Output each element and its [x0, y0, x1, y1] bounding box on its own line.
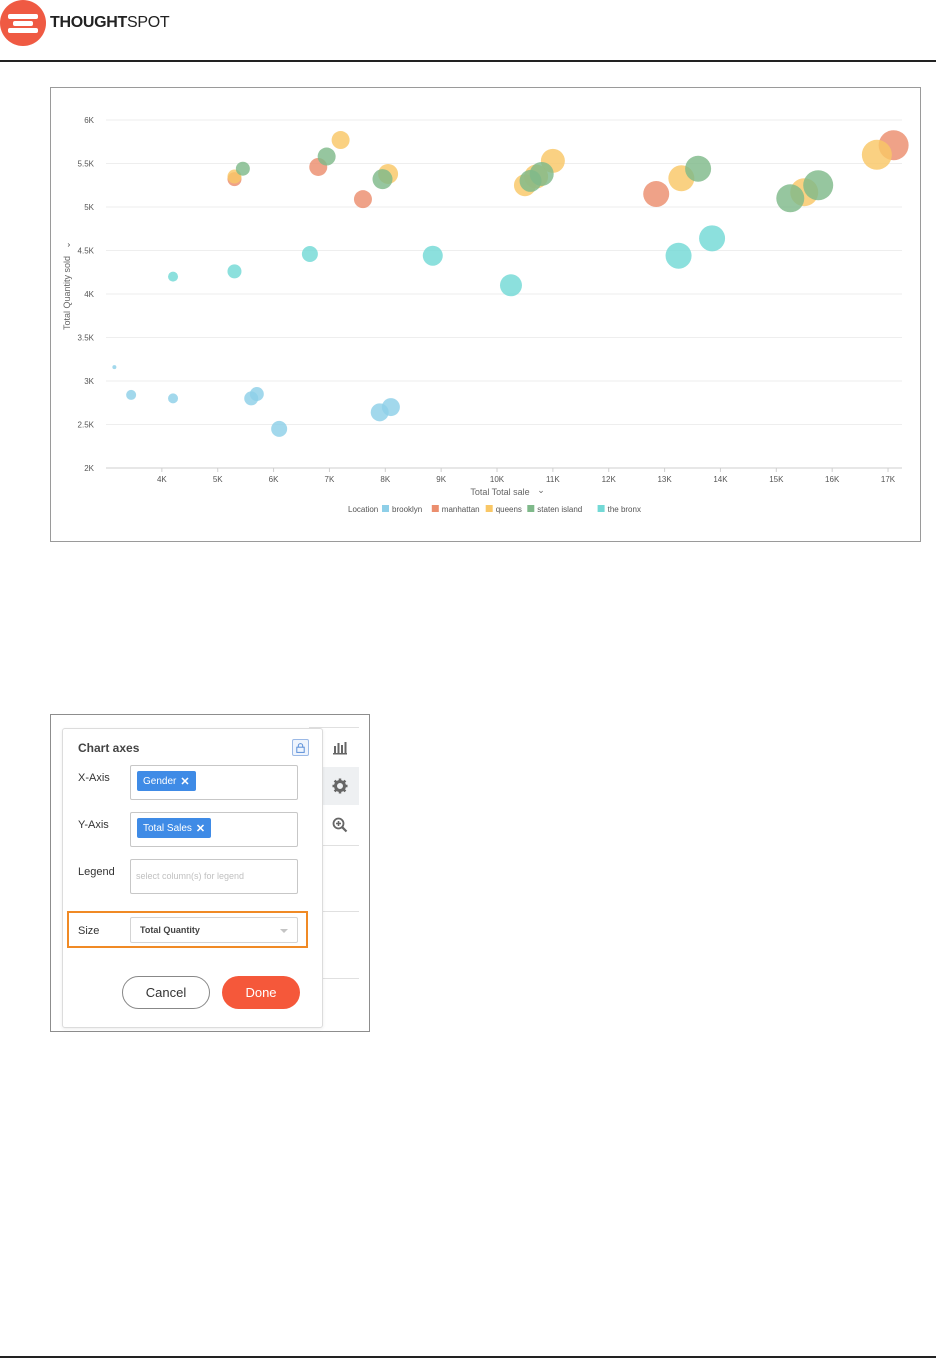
legend-title: Location	[348, 505, 378, 514]
header-divider	[0, 60, 936, 62]
bubble-the-bronx[interactable]	[301, 245, 318, 262]
bubble-staten-island[interactable]	[529, 161, 554, 186]
y-tick-label: 5K	[84, 203, 94, 212]
x-axis-chip[interactable]: Gender ✕	[137, 771, 196, 791]
cancel-button[interactable]: Cancel	[122, 976, 210, 1009]
size-select[interactable]: Total Quantity	[130, 917, 298, 943]
bubble-brooklyn[interactable]	[126, 389, 137, 400]
x-axis-title[interactable]: Total Total sale	[470, 487, 529, 497]
x-tick-label: 14K	[713, 475, 728, 484]
bubble-staten-island[interactable]	[803, 170, 834, 201]
bubble-staten-island[interactable]	[685, 155, 712, 182]
legend-swatch	[382, 505, 389, 512]
x-axis-field[interactable]: Gender ✕	[130, 765, 298, 800]
x-tick-label: 9K	[436, 475, 446, 484]
chart-toolbar	[321, 727, 359, 1023]
bar-chart-icon[interactable]	[321, 729, 359, 767]
y-tick-label: 2K	[84, 464, 94, 473]
x-tick-label: 15K	[769, 475, 784, 484]
x-tick-label: 5K	[213, 475, 223, 484]
y-tick-label: 5.5K	[78, 160, 95, 169]
x-tick-label: 8K	[380, 475, 390, 484]
bubble-the-bronx[interactable]	[422, 245, 443, 266]
legend-swatch	[527, 505, 535, 512]
x-tick-label: 17K	[881, 475, 896, 484]
bubble-the-bronx[interactable]	[665, 242, 692, 269]
bubble-brooklyn[interactable]	[271, 420, 288, 437]
dialog-title: Chart axes	[78, 741, 140, 755]
y-tick-label: 3.5K	[78, 334, 95, 343]
size-select-value: Total Quantity	[140, 925, 200, 935]
bubble-the-bronx[interactable]	[168, 271, 179, 282]
bubble-staten-island[interactable]	[317, 147, 336, 166]
x-axis-chip-label: Gender	[143, 775, 177, 787]
bubble-staten-island[interactable]	[235, 161, 250, 176]
lock-icon[interactable]	[292, 739, 309, 756]
remove-y-axis-icon[interactable]: ✕	[196, 822, 205, 835]
legend-item[interactable]: manhattan	[442, 505, 480, 514]
x-axis-chevron-icon[interactable]: ⌄	[537, 485, 545, 495]
bubble-chart-panel: 2K 2.5K 3K 3.5K 4K 4.5K 5K 5.5K 6K 4K 5K 6K 7K 8K 9K 1…	[50, 87, 921, 542]
legend-item[interactable]: staten island	[537, 505, 582, 514]
bubble-staten-island[interactable]	[776, 184, 805, 213]
bubble-the-bronx[interactable]	[227, 264, 242, 279]
legend-swatch	[597, 505, 605, 512]
y-axis-label: Y-Axis	[78, 819, 109, 831]
x-tick-label: 12K	[602, 475, 617, 484]
y-tick-label: 3K	[84, 377, 94, 386]
x-axis-label: X-Axis	[78, 772, 110, 784]
chevron-down-icon[interactable]	[280, 929, 288, 933]
brand-header: THOUGHTSPOT	[0, 0, 170, 46]
y-tick-label: 4K	[84, 290, 94, 299]
y-tick-label: 2.5K	[78, 421, 95, 430]
bubble-brooklyn[interactable]	[112, 365, 117, 370]
legend-label: Legend	[78, 866, 115, 878]
chart-axes-dialog: Chart axes X-Axis Gender ✕ Y-Axis Total …	[62, 728, 323, 1028]
y-axis-chevron-icon[interactable]: ⌄	[62, 241, 72, 249]
legend-swatch	[485, 505, 493, 512]
x-tick-label: 13K	[657, 475, 672, 484]
bubble-the-bronx[interactable]	[699, 225, 726, 252]
bubble-brooklyn[interactable]	[168, 393, 179, 404]
bubble-brooklyn[interactable]	[381, 398, 400, 417]
x-tick-label: 4K	[157, 475, 167, 484]
bubble-brooklyn[interactable]	[249, 387, 264, 402]
bubble-chart: 2K 2.5K 3K 3.5K 4K 4.5K 5K 5.5K 6K 4K 5K 6K 7K 8K 9K 1…	[62, 116, 909, 514]
footer-divider	[0, 1356, 936, 1358]
done-button[interactable]: Done	[222, 976, 300, 1009]
y-axis-field[interactable]: Total Sales ✕	[130, 812, 298, 847]
y-axis-chip-label: Total Sales	[143, 822, 192, 834]
legend-swatch	[431, 505, 439, 512]
x-tick-label: 6K	[269, 475, 279, 484]
bubble-staten-island[interactable]	[372, 169, 393, 190]
x-tick-label: 10K	[490, 475, 505, 484]
zoom-in-icon[interactable]	[321, 806, 359, 844]
chart-config-panel: Chart axes X-Axis Gender ✕ Y-Axis Total …	[50, 714, 370, 1032]
legend-field[interactable]: select column(s) for legend	[130, 859, 298, 894]
bubble-queens[interactable]	[331, 131, 350, 150]
x-tick-label: 7K	[325, 475, 335, 484]
legend-placeholder: select column(s) for legend	[136, 871, 245, 881]
gear-icon[interactable]	[321, 767, 359, 805]
bubble-queens[interactable]	[861, 139, 892, 170]
bubble-manhattan[interactable]	[643, 180, 670, 207]
remove-x-axis-icon[interactable]: ✕	[180, 775, 189, 788]
size-label: Size	[78, 925, 100, 937]
y-axis-chip[interactable]: Total Sales ✕	[137, 818, 212, 838]
legend-item[interactable]: brooklyn	[392, 505, 422, 514]
bubble-the-bronx[interactable]	[499, 274, 522, 297]
legend-item[interactable]: the bronx	[608, 505, 641, 514]
brand-name: THOUGHTSPOT	[50, 14, 170, 31]
legend-item[interactable]: queens	[496, 505, 522, 514]
y-tick-label: 4.5K	[78, 247, 95, 256]
x-tick-label: 11K	[546, 475, 560, 484]
x-tick-label: 16K	[825, 475, 840, 484]
y-tick-label: 6K	[84, 116, 94, 125]
thoughtspot-logo-icon	[0, 0, 46, 46]
y-axis-title[interactable]: Total Quantity sold	[62, 256, 72, 330]
bubble-manhattan[interactable]	[353, 190, 372, 209]
